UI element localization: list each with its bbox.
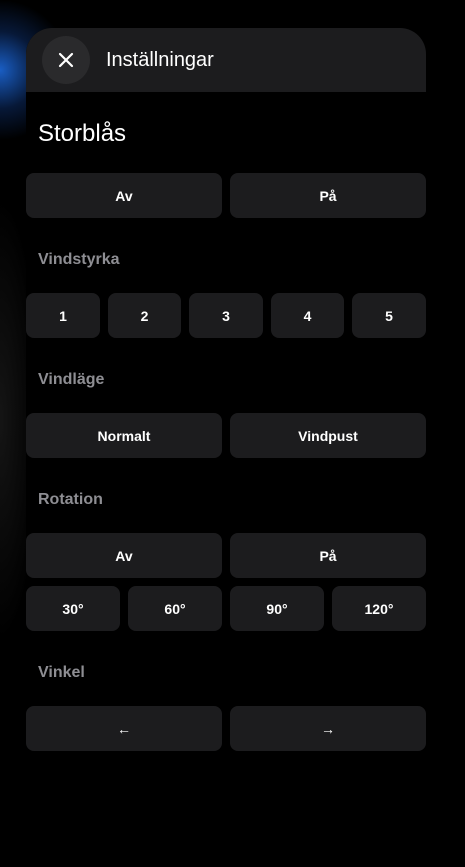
close-icon xyxy=(58,52,74,68)
rotation-60-button[interactable]: 60° xyxy=(128,586,222,631)
wind-strength-1-button[interactable]: 1 xyxy=(26,293,100,338)
rotation-label: Rotation xyxy=(38,491,103,508)
wind-strength-label: Vindstyrka xyxy=(38,251,120,268)
wind-strength-5-button[interactable]: 5 xyxy=(352,293,426,338)
power-on-button[interactable]: På xyxy=(230,173,426,218)
rotation-on-button[interactable]: På xyxy=(230,533,426,578)
wind-mode-label: Vindläge xyxy=(38,371,105,388)
angle-label: Vinkel xyxy=(38,664,85,681)
rotation-30-button[interactable]: 30° xyxy=(26,586,120,631)
wind-strength-2-button[interactable]: 2 xyxy=(108,293,181,338)
angle-right-button[interactable]: → xyxy=(230,706,426,751)
wind-mode-gust-button[interactable]: Vindpust xyxy=(230,413,426,458)
settings-panel: Inställningar Storblås Av På Vindstyrka … xyxy=(26,28,426,851)
wind-strength-4-button[interactable]: 4 xyxy=(271,293,344,338)
angle-left-button[interactable]: ← xyxy=(26,706,222,751)
header-title: Inställningar xyxy=(106,49,214,71)
close-button[interactable] xyxy=(42,36,90,84)
section-title: Storblås xyxy=(38,120,127,147)
wind-strength-3-button[interactable]: 3 xyxy=(189,293,263,338)
rotation-90-button[interactable]: 90° xyxy=(230,586,324,631)
rotation-off-button[interactable]: Av xyxy=(26,533,222,578)
panel-header: Inställningar xyxy=(26,28,426,92)
wind-mode-normal-button[interactable]: Normalt xyxy=(26,413,222,458)
rotation-120-button[interactable]: 120° xyxy=(332,586,426,631)
power-off-button[interactable]: Av xyxy=(26,173,222,218)
